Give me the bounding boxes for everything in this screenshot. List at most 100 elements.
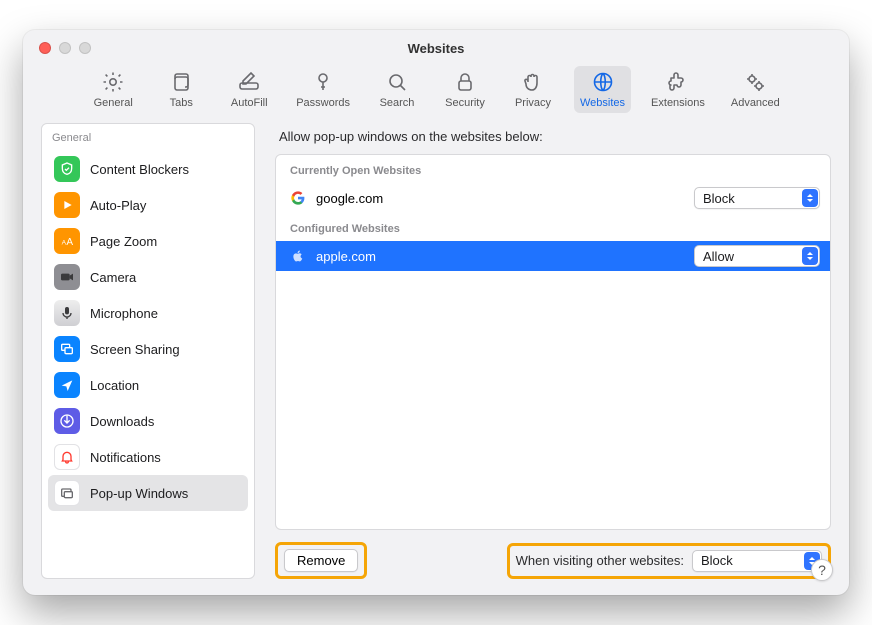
sidebar-item-label: Downloads (90, 414, 154, 429)
shield-check-icon (54, 156, 80, 182)
sidebar-item-auto-play[interactable]: Auto-Play (48, 187, 248, 223)
sidebar-item-label: Camera (90, 270, 136, 285)
globe-icon (591, 70, 615, 94)
location-arrow-icon (54, 372, 80, 398)
toolbar-label: Tabs (170, 97, 193, 109)
site-domain: google.com (316, 191, 684, 206)
puzzle-icon (666, 70, 690, 94)
site-row-google[interactable]: google.com Block (276, 183, 830, 213)
chevron-up-down-icon (802, 189, 818, 207)
sidebar-item-location[interactable]: Location (48, 367, 248, 403)
settings-sidebar: General Content Blockers Auto-Play (41, 123, 255, 579)
sidebar-item-label: Notifications (90, 450, 161, 465)
open-websites-header: Currently Open Websites (276, 155, 830, 183)
toolbar-label: Websites (580, 97, 625, 109)
bell-icon (54, 444, 80, 470)
help-button[interactable]: ? (811, 559, 833, 581)
button-label: Remove (297, 553, 345, 568)
minimize-window-button[interactable] (59, 42, 71, 54)
popup-windows-icon (54, 480, 80, 506)
default-setting-label: When visiting other websites: (516, 553, 684, 568)
window-title: Websites (23, 41, 849, 56)
titlebar: Websites (23, 30, 849, 66)
window-controls (39, 42, 91, 54)
toolbar-tab-privacy[interactable]: Privacy (506, 66, 560, 113)
pencil-field-icon (237, 70, 261, 94)
search-icon (385, 70, 409, 94)
toolbar-tab-search[interactable]: Search (370, 66, 424, 113)
dropdown-value: Block (701, 553, 733, 568)
toolbar-tab-websites[interactable]: Websites (574, 66, 631, 113)
toolbar-label: Extensions (651, 97, 705, 109)
sidebar-item-label: Pop-up Windows (90, 486, 188, 501)
lock-icon (453, 70, 477, 94)
bottom-controls: Remove When visiting other websites: Blo… (275, 542, 831, 579)
sidebar-item-label: Location (90, 378, 139, 393)
toolbar-tab-general[interactable]: General (86, 66, 140, 113)
gears-icon (743, 70, 767, 94)
toolbar-tab-tabs[interactable]: Tabs (154, 66, 208, 113)
sidebar-item-page-zoom[interactable]: AA Page Zoom (48, 223, 248, 259)
close-window-button[interactable] (39, 42, 51, 54)
toolbar-tab-advanced[interactable]: Advanced (725, 66, 786, 113)
sidebar-item-microphone[interactable]: Microphone (48, 295, 248, 331)
default-setting-highlight: When visiting other websites: Block (507, 543, 831, 579)
sidebar-item-camera[interactable]: Camera (48, 259, 248, 295)
hand-icon (521, 70, 545, 94)
toolbar-label: AutoFill (231, 97, 268, 109)
preferences-window: Websites General Tabs AutoFill Passwords (23, 30, 849, 595)
remove-button[interactable]: Remove (284, 549, 358, 572)
sidebar-item-screen-sharing[interactable]: Screen Sharing (48, 331, 248, 367)
main-panel: Allow pop-up windows on the websites bel… (275, 123, 831, 579)
content-area: General Content Blockers Auto-Play (23, 123, 849, 595)
svg-text:A: A (66, 237, 73, 248)
sidebar-item-content-blockers[interactable]: Content Blockers (48, 151, 248, 187)
key-icon (311, 70, 335, 94)
sidebar-item-notifications[interactable]: Notifications (48, 439, 248, 475)
toolbar-label: Search (380, 97, 415, 109)
sidebar-item-label: Microphone (90, 306, 158, 321)
toolbar-label: General (94, 97, 133, 109)
default-setting-dropdown[interactable]: Block (692, 550, 822, 572)
zoom-window-button[interactable] (79, 42, 91, 54)
toolbar-tab-passwords[interactable]: Passwords (290, 66, 356, 113)
toolbar-tab-autofill[interactable]: AutoFill (222, 66, 276, 113)
site-setting-dropdown[interactable]: Allow (694, 245, 820, 267)
site-row-apple[interactable]: apple.com Allow (276, 241, 830, 271)
sidebar-item-label: Screen Sharing (90, 342, 180, 357)
toolbar-tab-extensions[interactable]: Extensions (645, 66, 711, 113)
sidebar-list: Content Blockers Auto-Play AA Page Zoom (42, 149, 254, 517)
site-setting-dropdown[interactable]: Block (694, 187, 820, 209)
google-favicon-icon (290, 190, 306, 206)
sidebar-item-popups[interactable]: Pop-up Windows (48, 475, 248, 511)
websites-list: Currently Open Websites google.com Block… (275, 154, 831, 530)
tabs-icon (169, 70, 193, 94)
play-icon (54, 192, 80, 218)
apple-favicon-icon (290, 248, 306, 264)
preferences-toolbar: General Tabs AutoFill Passwords Search (23, 66, 849, 123)
toolbar-label: Passwords (296, 97, 350, 109)
remove-highlight: Remove (275, 542, 367, 579)
screens-icon (54, 336, 80, 362)
main-heading: Allow pop-up windows on the websites bel… (279, 129, 831, 144)
help-label: ? (818, 562, 826, 578)
configured-websites-header: Configured Websites (276, 213, 830, 241)
microphone-icon (54, 300, 80, 326)
dropdown-value: Block (703, 191, 735, 206)
chevron-up-down-icon (802, 247, 818, 265)
camera-icon (54, 264, 80, 290)
toolbar-label: Privacy (515, 97, 551, 109)
sidebar-item-label: Content Blockers (90, 162, 189, 177)
sidebar-item-label: Page Zoom (90, 234, 157, 249)
toolbar-tab-security[interactable]: Security (438, 66, 492, 113)
sidebar-item-downloads[interactable]: Downloads (48, 403, 248, 439)
download-icon (54, 408, 80, 434)
sidebar-section-label: General (42, 124, 254, 149)
site-domain: apple.com (316, 249, 684, 264)
toolbar-label: Security (445, 97, 485, 109)
dropdown-value: Allow (703, 249, 734, 264)
sidebar-item-label: Auto-Play (90, 198, 146, 213)
toolbar-label: Advanced (731, 97, 780, 109)
text-size-icon: AA (54, 228, 80, 254)
gear-icon (101, 70, 125, 94)
